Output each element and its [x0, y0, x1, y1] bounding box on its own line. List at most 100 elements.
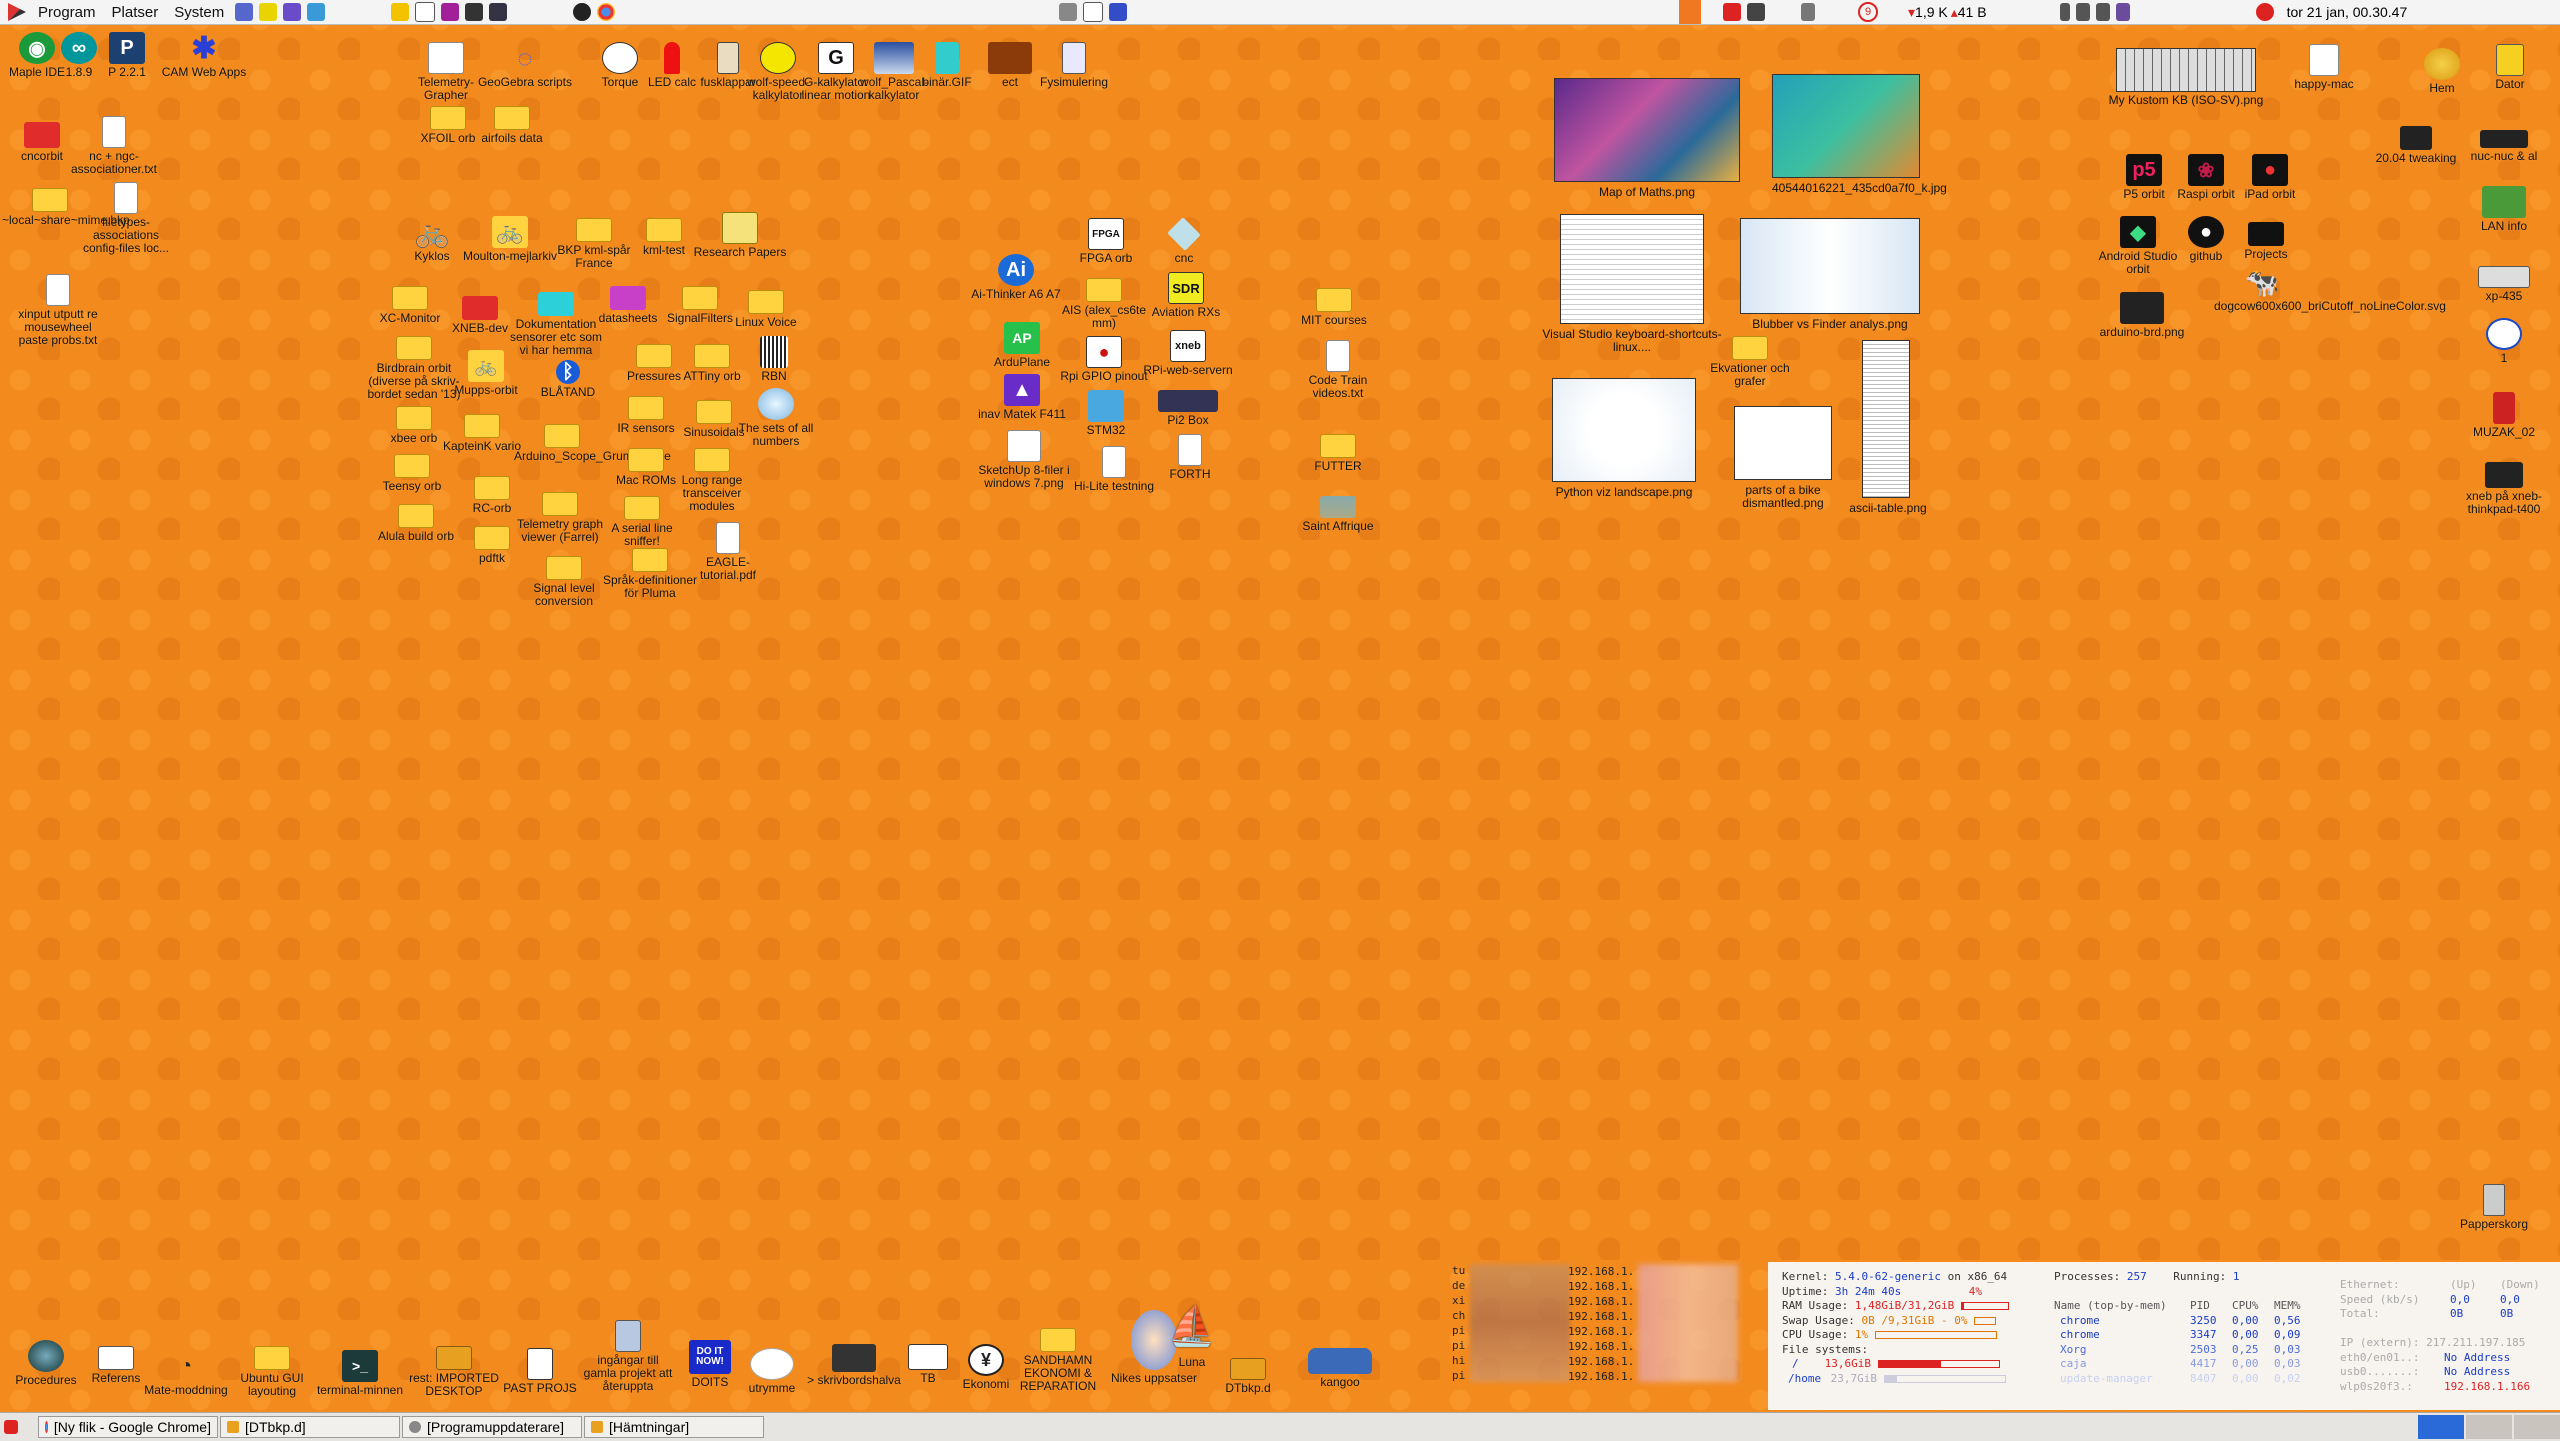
launcher-finder-icon[interactable]: [391, 3, 410, 21]
sketchup[interactable]: SketchUp 8-filer i windows 7.png: [976, 430, 1072, 490]
nuc[interactable]: nuc-nuc & al: [2456, 124, 2552, 163]
sets-of-numbers[interactable]: The sets of all numbers: [728, 388, 824, 448]
menu-system[interactable]: System: [166, 4, 232, 21]
item-one[interactable]: 1: [2456, 318, 2552, 365]
code-train[interactable]: Code Train videos.txt: [1290, 340, 1386, 400]
mate-moddning[interactable]: ◔ Mate-moddning: [138, 1350, 234, 1397]
saint-affrique[interactable]: Saint Affrique: [1290, 490, 1386, 533]
rpi-gpio[interactable]: ● Rpi GPIO pinout: [1056, 336, 1152, 383]
dator[interactable]: Dator: [2462, 44, 2558, 91]
map-of-maths-thumbnail[interactable]: [1554, 78, 1740, 182]
tray-window-icon[interactable]: [1059, 3, 1077, 21]
fysimulering[interactable]: Fysimulering: [1026, 42, 1122, 89]
ekvationer-folder[interactable]: Ekvationer och grafer: [1702, 330, 1798, 388]
processing-launcher[interactable]: P P 2.2.1: [90, 32, 164, 79]
xinput-file[interactable]: xinput utputt re mousewheel paste probs.…: [10, 274, 106, 347]
xp-435[interactable]: xp-435: [2456, 260, 2552, 303]
research-papers[interactable]: Research Papers: [692, 212, 788, 259]
net-row: tu: [1452, 1264, 1466, 1277]
terminal-minnen[interactable]: >_ terminal-minnen: [312, 1350, 408, 1397]
moulton-mejlarkiv[interactable]: 🚲 Moulton-mejlarkiv: [462, 216, 558, 263]
filetypes-file[interactable]: filetypes-associations config-files loc.…: [78, 182, 174, 255]
futter[interactable]: FUTTER: [1290, 428, 1386, 473]
rbn[interactable]: RBN: [726, 336, 822, 383]
muzak[interactable]: MUZAK_02: [2456, 392, 2552, 439]
volume2-icon[interactable]: [2095, 3, 2110, 21]
kustom-kb-thumbnail[interactable]: [2116, 48, 2256, 92]
image-4054-thumbnail[interactable]: [1772, 74, 1920, 178]
mate-logo-icon[interactable]: [8, 3, 26, 21]
ipad-orbit[interactable]: ● iPad orbit: [2222, 154, 2318, 201]
cam-web-apps-launcher[interactable]: ✱ CAM Web Apps: [156, 32, 252, 79]
ubuntu-gui[interactable]: Ubuntu GUI layouting: [224, 1340, 320, 1398]
blubber-thumbnail[interactable]: [1740, 218, 1920, 314]
launcher-app2-icon[interactable]: [307, 3, 326, 21]
bluetooth-icon[interactable]: [2059, 3, 2070, 21]
serial-sniffer[interactable]: A serial line sniffer!: [594, 490, 690, 548]
wifi-icon[interactable]: [2075, 3, 2090, 21]
sandhamn[interactable]: SANDHAMN EKONOMI & REPARATION: [1008, 1322, 1108, 1393]
power-icon[interactable]: [2255, 3, 2274, 21]
arduino-scope[interactable]: Arduino_Scope_GrumpyMike: [512, 418, 671, 463]
airfoils-data[interactable]: airfoils data: [464, 100, 560, 145]
tray-panel-icon[interactable]: [1083, 2, 1103, 22]
xneb-thinkpad[interactable]: xneb på xneb-thinkpad-t400: [2456, 458, 2552, 516]
projects[interactable]: Projects: [2218, 216, 2314, 261]
kangoo[interactable]: kangoo: [1292, 1348, 1388, 1389]
ascii-table-thumbnail[interactable]: [1862, 340, 1910, 498]
task-programuppdaterare[interactable]: [Programuppdaterare]: [402, 1416, 582, 1438]
vs-keyboard-thumbnail[interactable]: [1560, 214, 1704, 324]
inav-matek[interactable]: ▲ inav Matek F411: [974, 374, 1070, 421]
python-viz-thumbnail[interactable]: [1552, 378, 1696, 482]
launcher-app-icon[interactable]: [283, 3, 302, 21]
launcher-terminal2-icon[interactable]: [465, 3, 484, 21]
volume-icon[interactable]: [1801, 3, 1815, 21]
cnc[interactable]: cnc: [1136, 217, 1232, 265]
clock[interactable]: tor 21 jan, 00.30.47: [2287, 4, 2408, 20]
bike-thumbnail[interactable]: [1734, 406, 1832, 480]
battery-icon[interactable]: [2115, 3, 2130, 21]
folder-icon: [254, 1346, 290, 1370]
forth[interactable]: FORTH: [1142, 434, 1238, 481]
launcher-power-icon[interactable]: [573, 3, 592, 21]
nc-ngc-file[interactable]: nc + ngc-associationer.txt: [66, 116, 162, 176]
task-hamtningar[interactable]: [Hämtningar]: [584, 1416, 764, 1438]
mit-courses[interactable]: MIT courses: [1286, 282, 1382, 327]
tray-c-icon[interactable]: [1723, 3, 1741, 21]
tray-moon-icon[interactable]: [1109, 3, 1127, 21]
rpi-web[interactable]: xneb RPi-web-servern: [1140, 330, 1236, 377]
tray-c2-icon[interactable]: [1747, 3, 1765, 21]
dogcow[interactable]: 🐄 dogcow600x600_briCutoff_noLineColor.svg: [2214, 266, 2446, 313]
sprak-definitioner[interactable]: Språk-definitioner för Pluma: [602, 542, 698, 600]
task-chrome[interactable]: [Ny flik - Google Chrome]: [38, 1416, 218, 1438]
past-projs[interactable]: PAST PROJS: [492, 1348, 588, 1395]
menu-platser[interactable]: Platser: [104, 4, 167, 21]
workspace-1[interactable]: [2418, 1415, 2464, 1439]
launcher-chrome-icon[interactable]: [597, 3, 616, 21]
launcher-doc-icon[interactable]: [415, 2, 436, 22]
tray-orange-icon[interactable]: [1679, 0, 1701, 24]
papperskorg[interactable]: Papperskorg: [2446, 1184, 2542, 1231]
updates-badge[interactable]: 9: [1858, 2, 1878, 22]
workspace-2[interactable]: [2466, 1415, 2512, 1439]
happy-mac[interactable]: happy-mac: [2276, 44, 2372, 91]
tweaking[interactable]: 20.04 tweaking: [2368, 120, 2464, 165]
ai-thinker[interactable]: Ai Ai-Thinker A6 A7: [968, 254, 1064, 301]
launcher-cube-icon[interactable]: [235, 3, 254, 21]
launcher-usb-icon[interactable]: [259, 3, 278, 21]
rest-imported[interactable]: rest: IMPORTED DESKTOP: [406, 1340, 502, 1398]
signal-level[interactable]: Signal level conversion: [516, 550, 612, 608]
launcher-terminal3-icon[interactable]: [489, 3, 508, 21]
task-dtbkp[interactable]: [DTbkp.d]: [220, 1416, 400, 1438]
workspace-3[interactable]: [2514, 1415, 2560, 1439]
pi2-box[interactable]: Pi2 Box: [1140, 384, 1236, 427]
arduino-brd[interactable]: arduino-brd.png: [2094, 292, 2190, 339]
dtbkp[interactable]: DTbkp.d: [1200, 1352, 1296, 1395]
lan-info[interactable]: LAN info: [2456, 186, 2552, 233]
show-desktop-icon[interactable]: [4, 1420, 18, 1434]
launcher-terminal-icon[interactable]: [441, 3, 460, 21]
menu-program[interactable]: Program: [30, 4, 104, 21]
aviation-rxs[interactable]: SDR Aviation RXs: [1138, 272, 1234, 319]
linux-voice[interactable]: Linux Voice: [718, 284, 814, 329]
geogebra-scripts[interactable]: ◌ GeoGebra scripts: [477, 42, 573, 89]
